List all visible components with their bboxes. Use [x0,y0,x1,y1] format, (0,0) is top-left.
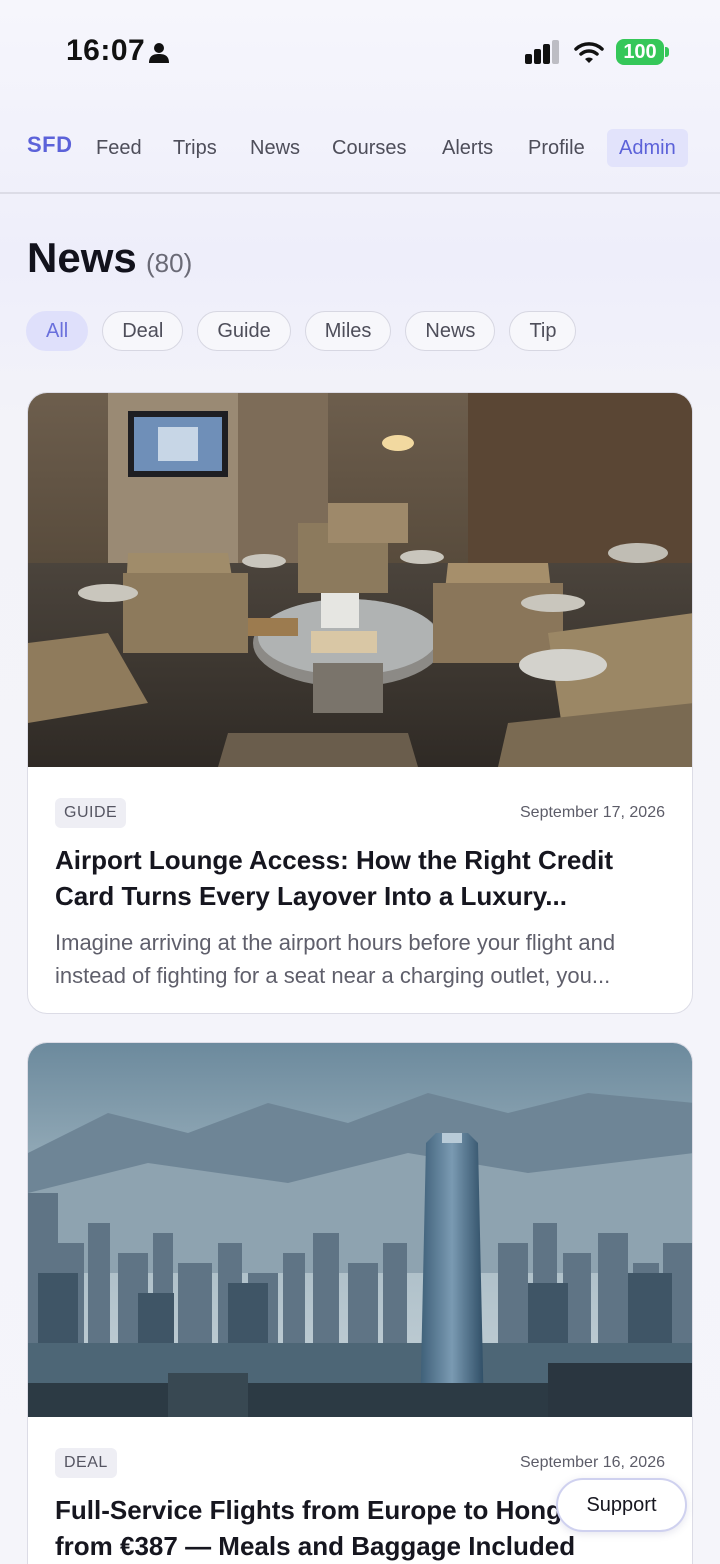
article-tag: GUIDE [55,798,127,828]
article-title[interactable]: Airport Lounge Access: How the Right Cre… [55,842,665,914]
article-count: (80) [146,248,193,278]
filter-chip-news[interactable]: News [405,311,496,351]
nav-item-profile[interactable]: Profile [516,129,597,167]
nav-item-courses[interactable]: Courses [320,129,418,167]
article-date: September 16, 2026 [520,1454,665,1471]
filter-chip-deal[interactable]: Deal [102,311,184,351]
nav-item-alerts[interactable]: Alerts [430,129,505,167]
battery-icon: 100 [616,39,664,65]
article-body: GUIDE September 17, 2026 Airport Lounge … [28,772,692,1013]
nav-item-admin[interactable]: Admin [607,129,688,167]
filter-chip-guide[interactable]: Guide [197,311,291,351]
filter-chip-all[interactable]: All [26,311,89,351]
article-card[interactable]: GUIDE September 17, 2026 Airport Lounge … [27,392,693,1014]
article-image-hong-kong [28,1043,692,1417]
filter-chips: All Deal Guide Miles News Tip [26,311,577,353]
logo[interactable]: SFD [27,132,73,158]
status-bar: 16:07 100 [0,0,720,100]
status-time: 16:07 [66,34,146,67]
article-excerpt: Imagine arriving at the airport hours be… [55,930,616,988]
filter-chip-miles[interactable]: Miles [304,311,392,351]
nav-item-news[interactable]: News [238,129,312,167]
top-nav: SFD Feed Trips News Courses Alerts Profi… [0,120,720,194]
page-title: News [27,234,137,281]
article-tag: DEAL [55,1448,117,1478]
battery-cap [665,47,669,57]
battery-level: 100 [623,40,657,63]
person-icon [149,43,169,63]
filter-chip-tip[interactable]: Tip [509,311,577,351]
article-image-lounge [28,393,692,767]
signal-icon [525,40,559,64]
wifi-icon [574,42,604,63]
article-date: September 17, 2026 [520,804,665,821]
support-button[interactable]: Support [556,1478,687,1532]
nav-item-trips[interactable]: Trips [161,129,229,167]
nav-item-feed[interactable]: Feed [84,129,154,167]
